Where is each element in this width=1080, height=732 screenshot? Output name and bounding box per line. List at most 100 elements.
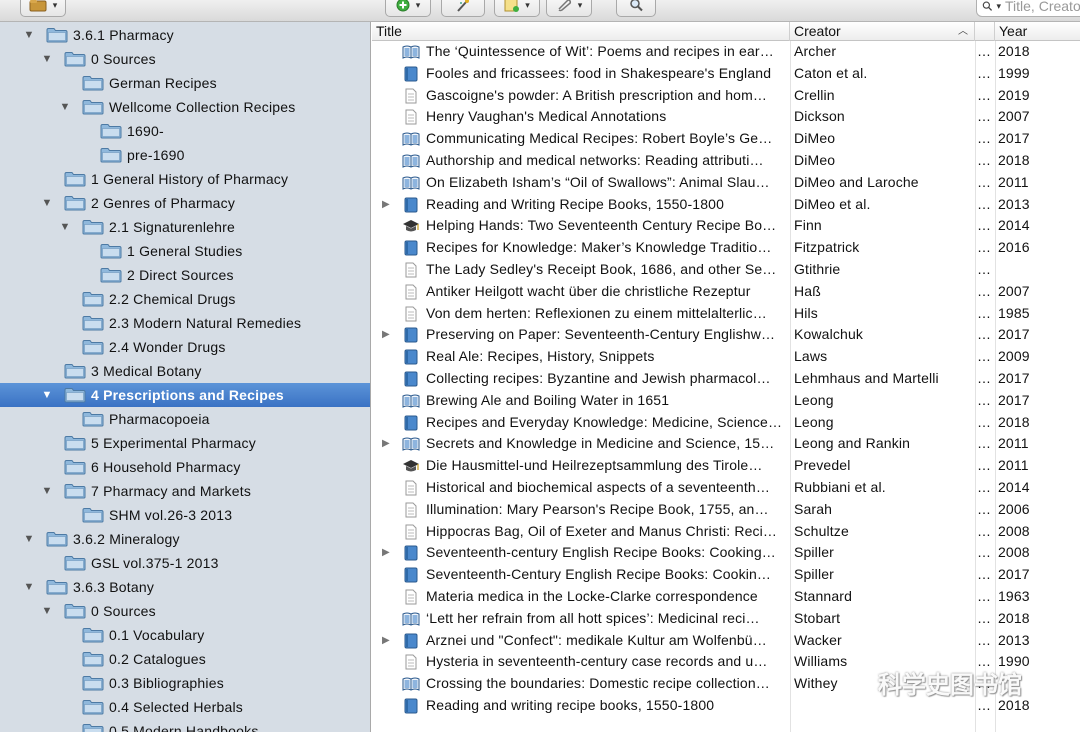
folder-icon [82,724,104,732]
creator-cell: Laws [794,348,828,365]
folder-icon [100,148,122,163]
table-row[interactable]: Communicating Medical Recipes: Robert Bo… [372,128,1080,150]
collection-row[interactable]: 2.3 Modern Natural Remedies [0,311,370,335]
collection-row[interactable]: SHM vol.26-3 2013 [0,503,370,527]
disclosure-expanded-icon[interactable]: ▼ [58,221,72,233]
collection-row[interactable]: 0.1 Vocabulary [0,623,370,647]
collection-row[interactable]: ▼ 7 Pharmacy and Markets [0,479,370,503]
collection-row[interactable]: 1 General History of Pharmacy [0,167,370,191]
collection-row[interactable]: ▼ 0 Sources [0,47,370,71]
collection-row[interactable]: Pharmacopoeia [0,407,370,431]
collection-row[interactable]: German Recipes [0,71,370,95]
disclosure-expanded-icon[interactable]: ▼ [40,389,54,401]
collection-row[interactable]: 0.4 Selected Herbals [0,695,370,719]
collection-row[interactable]: 3 Medical Botany [0,359,370,383]
title-cell: Collecting recipes: Byzantine and Jewish… [426,370,771,386]
table-row[interactable]: The ‘Quintessence of Wit’: Poems and rec… [372,41,1080,63]
table-row[interactable]: ▶ Arznei und "Confect": medikale Kultur a… [372,630,1080,652]
book-section-icon [402,437,420,452]
disclosure-expanded-icon[interactable]: ▼ [22,581,36,593]
table-row[interactable]: Antiker Heilgott wacht über die christli… [372,281,1080,303]
collection-row[interactable]: ▼ 2.1 Signaturenlehre [0,215,370,239]
advanced-search-button[interactable] [616,0,656,17]
collection-row[interactable]: 5 Experimental Pharmacy [0,431,370,455]
more-cell: … [977,348,992,365]
table-row[interactable]: ▶ Preserving on Paper: Seventeenth-Centur… [372,324,1080,346]
collection-row[interactable]: 6 Household Pharmacy [0,455,370,479]
table-row[interactable]: Gascoigne's powder: A British prescripti… [372,85,1080,107]
table-row[interactable]: Fooles and fricassees: food in Shakespea… [372,63,1080,85]
column-header-year[interactable]: Year [995,22,1080,41]
disclosure-expanded-icon[interactable]: ▼ [40,53,54,65]
collection-row[interactable]: 0.2 Catalogues [0,647,370,671]
table-row[interactable]: Henry Vaughan's Medical Annotations Dicks… [372,106,1080,128]
collection-row[interactable]: ▼ 2 Genres of Pharmacy [0,191,370,215]
table-row[interactable]: Authorship and medical networks: Reading… [372,150,1080,172]
table-row[interactable]: Helping Hands: Two Seventeenth Century R… [372,215,1080,237]
table-row[interactable]: The Lady Sedley's Receipt Book, 1686, an… [372,259,1080,281]
collection-row[interactable]: 2 Direct Sources [0,263,370,287]
disclosure-expanded-icon[interactable]: ▼ [58,101,72,113]
folder-icon [82,340,104,355]
table-row[interactable]: ‘Lett her refrain from all hott spices’:… [372,608,1080,630]
expand-row-icon[interactable]: ▶ [382,542,394,564]
expand-row-icon[interactable]: ▶ [382,324,394,346]
table-row[interactable]: Real Ale: Recipes, History, Snippets Laws… [372,346,1080,368]
collection-row[interactable]: ▼ 3.6.2 Mineralogy [0,527,370,551]
column-header-title[interactable]: Title [372,22,790,41]
table-row[interactable]: Recipes and Everyday Knowledge: Medicine… [372,412,1080,434]
year-cell: 2014 [998,479,1030,495]
disclosure-expanded-icon[interactable]: ▼ [40,605,54,617]
table-row[interactable]: Die Hausmittel-und Heilrezeptsammlung de… [372,455,1080,477]
table-row[interactable]: Illumination: Mary Pearson's Recipe Book… [372,499,1080,521]
expand-row-icon[interactable]: ▶ [382,630,394,652]
disclosure-expanded-icon[interactable]: ▼ [22,29,36,41]
collection-row[interactable]: pre-1690 [0,143,370,167]
year-cell: 2008 [998,544,1030,561]
disclosure-expanded-icon[interactable]: ▼ [22,533,36,545]
table-row[interactable]: Von dem herten: Reflexionen zu einem mit… [372,303,1080,325]
title-cell: Illumination: Mary Pearson's Recipe Book… [426,500,769,517]
creator-cell: Hils [794,304,818,321]
collection-row[interactable]: 2.4 Wonder Drugs [0,335,370,359]
table-row[interactable]: On Elizabeth Isham’s “Oil of Swallows”: … [372,172,1080,194]
more-cell: … [977,152,992,168]
collection-row[interactable]: ▼ Wellcome Collection Recipes [0,95,370,119]
table-row[interactable]: ▶ Reading and Writing Recipe Books, 1550-… [372,194,1080,216]
column-header-more[interactable] [975,22,995,41]
table-row[interactable]: Hippocras Bag, Oil of Exeter and Manus C… [372,521,1080,543]
disclosure-expanded-icon[interactable]: ▼ [40,485,54,497]
new-collection-button[interactable]: ▾ [20,0,66,17]
collection-row[interactable]: 0.3 Bibliographies [0,671,370,695]
collection-row[interactable]: ▼ 3.6.1 Pharmacy [0,23,370,47]
collection-row[interactable]: 1690- [0,119,370,143]
attach-button[interactable]: ▾ [546,0,592,17]
collection-label: 3.6.1 Pharmacy [73,27,174,43]
collection-row[interactable]: ▼ 0 Sources [0,599,370,623]
table-row[interactable]: Recipes for Knowledge: Maker’s Knowledge… [372,237,1080,259]
table-row[interactable]: ▶ Secrets and Knowledge in Medicine and S… [372,433,1080,455]
collection-row[interactable]: GSL vol.375-1 2013 [0,551,370,575]
search-input[interactable] [1005,0,1080,14]
table-row[interactable]: Collecting recipes: Byzantine and Jewish… [372,368,1080,390]
disclosure-expanded-icon[interactable]: ▼ [40,197,54,209]
column-header-creator[interactable]: Creator ︿ [790,22,975,41]
collection-row[interactable]: 0.5 Modern Handbooks [0,719,370,732]
table-row[interactable]: Materia medica in the Locke-Clarke corre… [372,586,1080,608]
folder-icon [64,196,86,211]
collection-row[interactable]: 1 General Studies [0,239,370,263]
expand-row-icon[interactable]: ▶ [382,194,394,216]
table-row[interactable]: Historical and biochemical aspects of a … [372,477,1080,499]
table-row[interactable]: ▶ Seventeenth-century English Recipe Book… [372,542,1080,564]
more-cell: … [977,457,992,474]
collection-row[interactable]: 2.2 Chemical Drugs [0,287,370,311]
table-row[interactable]: Brewing Ale and Boiling Water in 1651 Leo… [372,390,1080,412]
expand-row-icon[interactable]: ▶ [382,433,394,455]
collection-row[interactable]: ▼ 3.6.3 Botany [0,575,370,599]
new-note-button[interactable]: ▾ [494,0,540,17]
search-box[interactable]: ▾ [976,0,1080,17]
collection-row[interactable]: ▼ 4 Prescriptions and Recipes [0,383,370,407]
table-row[interactable]: Seventeenth-Century English Recipe Books… [372,564,1080,586]
add-by-identifier-button[interactable] [441,0,485,17]
new-item-button[interactable]: ▾ [385,0,431,17]
